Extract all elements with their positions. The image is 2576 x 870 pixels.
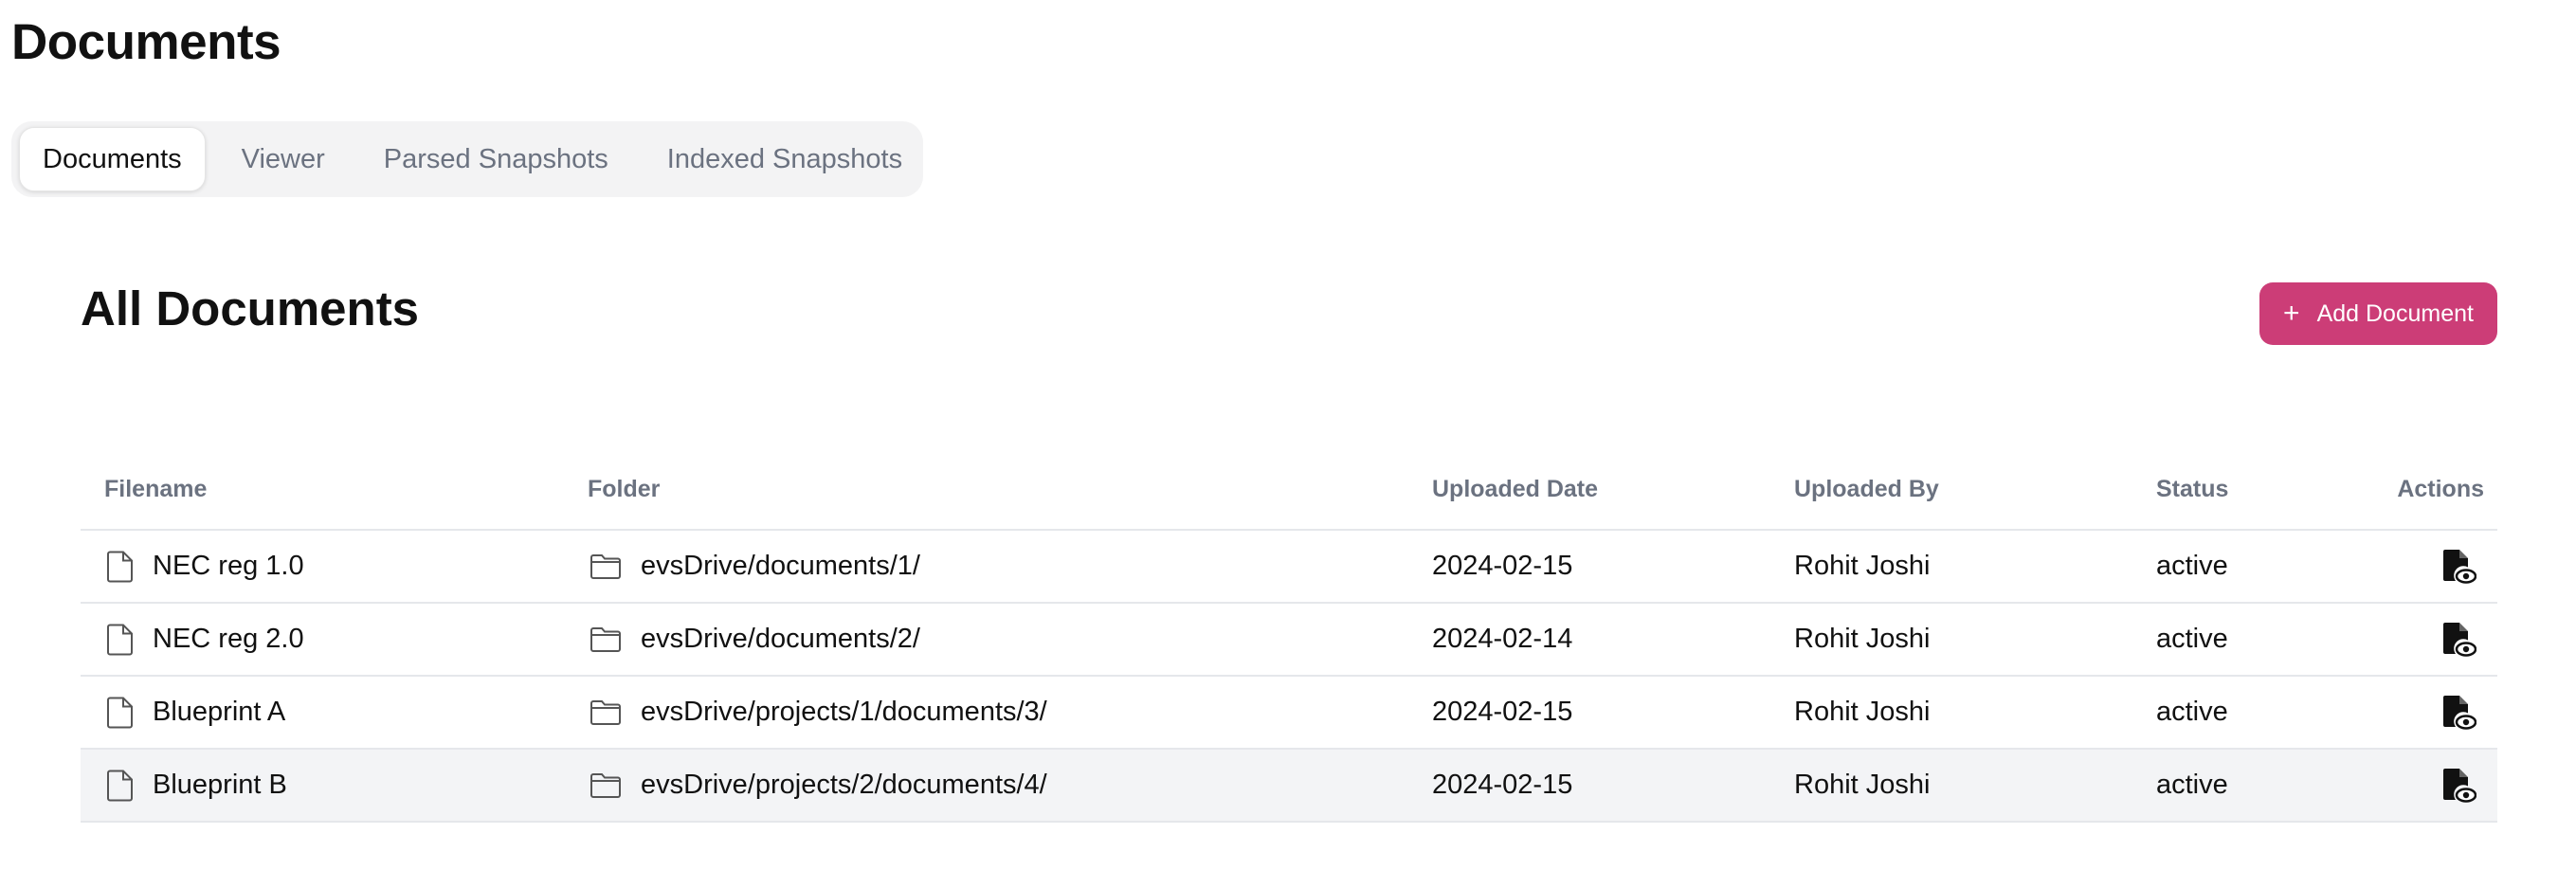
file-view-icon[interactable] <box>2442 695 2477 731</box>
folder-text: evsDrive/projects/1/documents/3/ <box>641 697 1047 727</box>
tab-documents[interactable]: Documents <box>19 127 206 191</box>
folder-icon <box>590 553 622 580</box>
uploaded-date-cell: 2024-02-15 <box>1432 551 1573 581</box>
folder-text: evsDrive/documents/2/ <box>641 624 920 654</box>
column-header-status: Status <box>2156 476 2229 502</box>
documents-table: Filename Folder Uploaded Date Uploaded B… <box>81 455 2497 823</box>
uploaded-date-cell: 2024-02-15 <box>1432 770 1573 800</box>
file-icon <box>107 697 134 729</box>
filename-cell: Blueprint A <box>107 677 285 748</box>
column-header-uploaded-by: Uploaded By <box>1794 476 1939 502</box>
uploaded-by-cell: Rohit Joshi <box>1794 624 1931 654</box>
documents-page: Documents Documents Viewer Parsed Snapsh… <box>0 0 2576 870</box>
table-row[interactable]: Blueprint B evsDrive/projects/2/document… <box>81 750 2497 823</box>
filename-cell: NEC reg 1.0 <box>107 531 304 602</box>
file-view-icon[interactable] <box>2442 622 2477 658</box>
add-document-label: Add Document <box>2316 299 2474 327</box>
column-header-filename: Filename <box>104 476 208 502</box>
section-title: All Documents <box>81 281 420 335</box>
folder-text: evsDrive/projects/2/documents/4/ <box>641 770 1047 800</box>
folder-icon <box>590 699 622 726</box>
file-icon <box>107 770 134 802</box>
folder-text: evsDrive/documents/1/ <box>641 551 920 581</box>
plus-icon: + <box>2283 298 2300 329</box>
filename-text: NEC reg 2.0 <box>153 624 304 654</box>
folder-icon <box>590 772 622 799</box>
tab-parsed-snapshots[interactable]: Parsed Snapshots <box>361 128 631 190</box>
filename-text: Blueprint B <box>153 770 287 800</box>
uploaded-by-cell: Rohit Joshi <box>1794 697 1931 727</box>
file-icon <box>107 624 134 656</box>
folder-icon <box>590 626 622 653</box>
status-cell: active <box>2156 770 2228 800</box>
file-view-icon[interactable] <box>2442 768 2477 804</box>
table-header: Filename Folder Uploaded Date Uploaded B… <box>81 455 2497 531</box>
column-header-folder: Folder <box>588 476 661 502</box>
uploaded-by-cell: Rohit Joshi <box>1794 551 1931 581</box>
uploaded-by-cell: Rohit Joshi <box>1794 770 1931 800</box>
filename-text: Blueprint A <box>153 697 286 727</box>
folder-cell: evsDrive/documents/1/ <box>590 531 920 602</box>
filename-text: NEC reg 1.0 <box>153 551 304 581</box>
filename-cell: NEC reg 2.0 <box>107 604 304 675</box>
page-title: Documents <box>11 14 281 70</box>
file-icon <box>107 551 134 583</box>
column-header-actions: Actions <box>2397 476 2484 502</box>
tab-indexed-snapshots[interactable]: Indexed Snapshots <box>644 128 925 190</box>
status-cell: active <box>2156 624 2228 654</box>
folder-cell: evsDrive/documents/2/ <box>590 604 920 675</box>
filename-cell: Blueprint B <box>107 750 287 821</box>
status-cell: active <box>2156 697 2228 727</box>
table-row[interactable]: NEC reg 1.0 evsDrive/documents/1/ 2024-0… <box>81 531 2497 604</box>
table-row[interactable]: Blueprint A evsDrive/projects/1/document… <box>81 677 2497 750</box>
folder-cell: evsDrive/projects/1/documents/3/ <box>590 677 1047 748</box>
add-document-button[interactable]: + Add Document <box>2259 282 2497 345</box>
tab-bar: Documents Viewer Parsed Snapshots Indexe… <box>11 121 923 197</box>
uploaded-date-cell: 2024-02-15 <box>1432 697 1573 727</box>
table-row[interactable]: NEC reg 2.0 evsDrive/documents/2/ 2024-0… <box>81 604 2497 677</box>
status-cell: active <box>2156 551 2228 581</box>
tab-viewer[interactable]: Viewer <box>219 128 348 190</box>
file-view-icon[interactable] <box>2442 549 2477 585</box>
folder-cell: evsDrive/projects/2/documents/4/ <box>590 750 1047 821</box>
uploaded-date-cell: 2024-02-14 <box>1432 624 1573 654</box>
column-header-uploaded-date: Uploaded Date <box>1432 476 1599 502</box>
